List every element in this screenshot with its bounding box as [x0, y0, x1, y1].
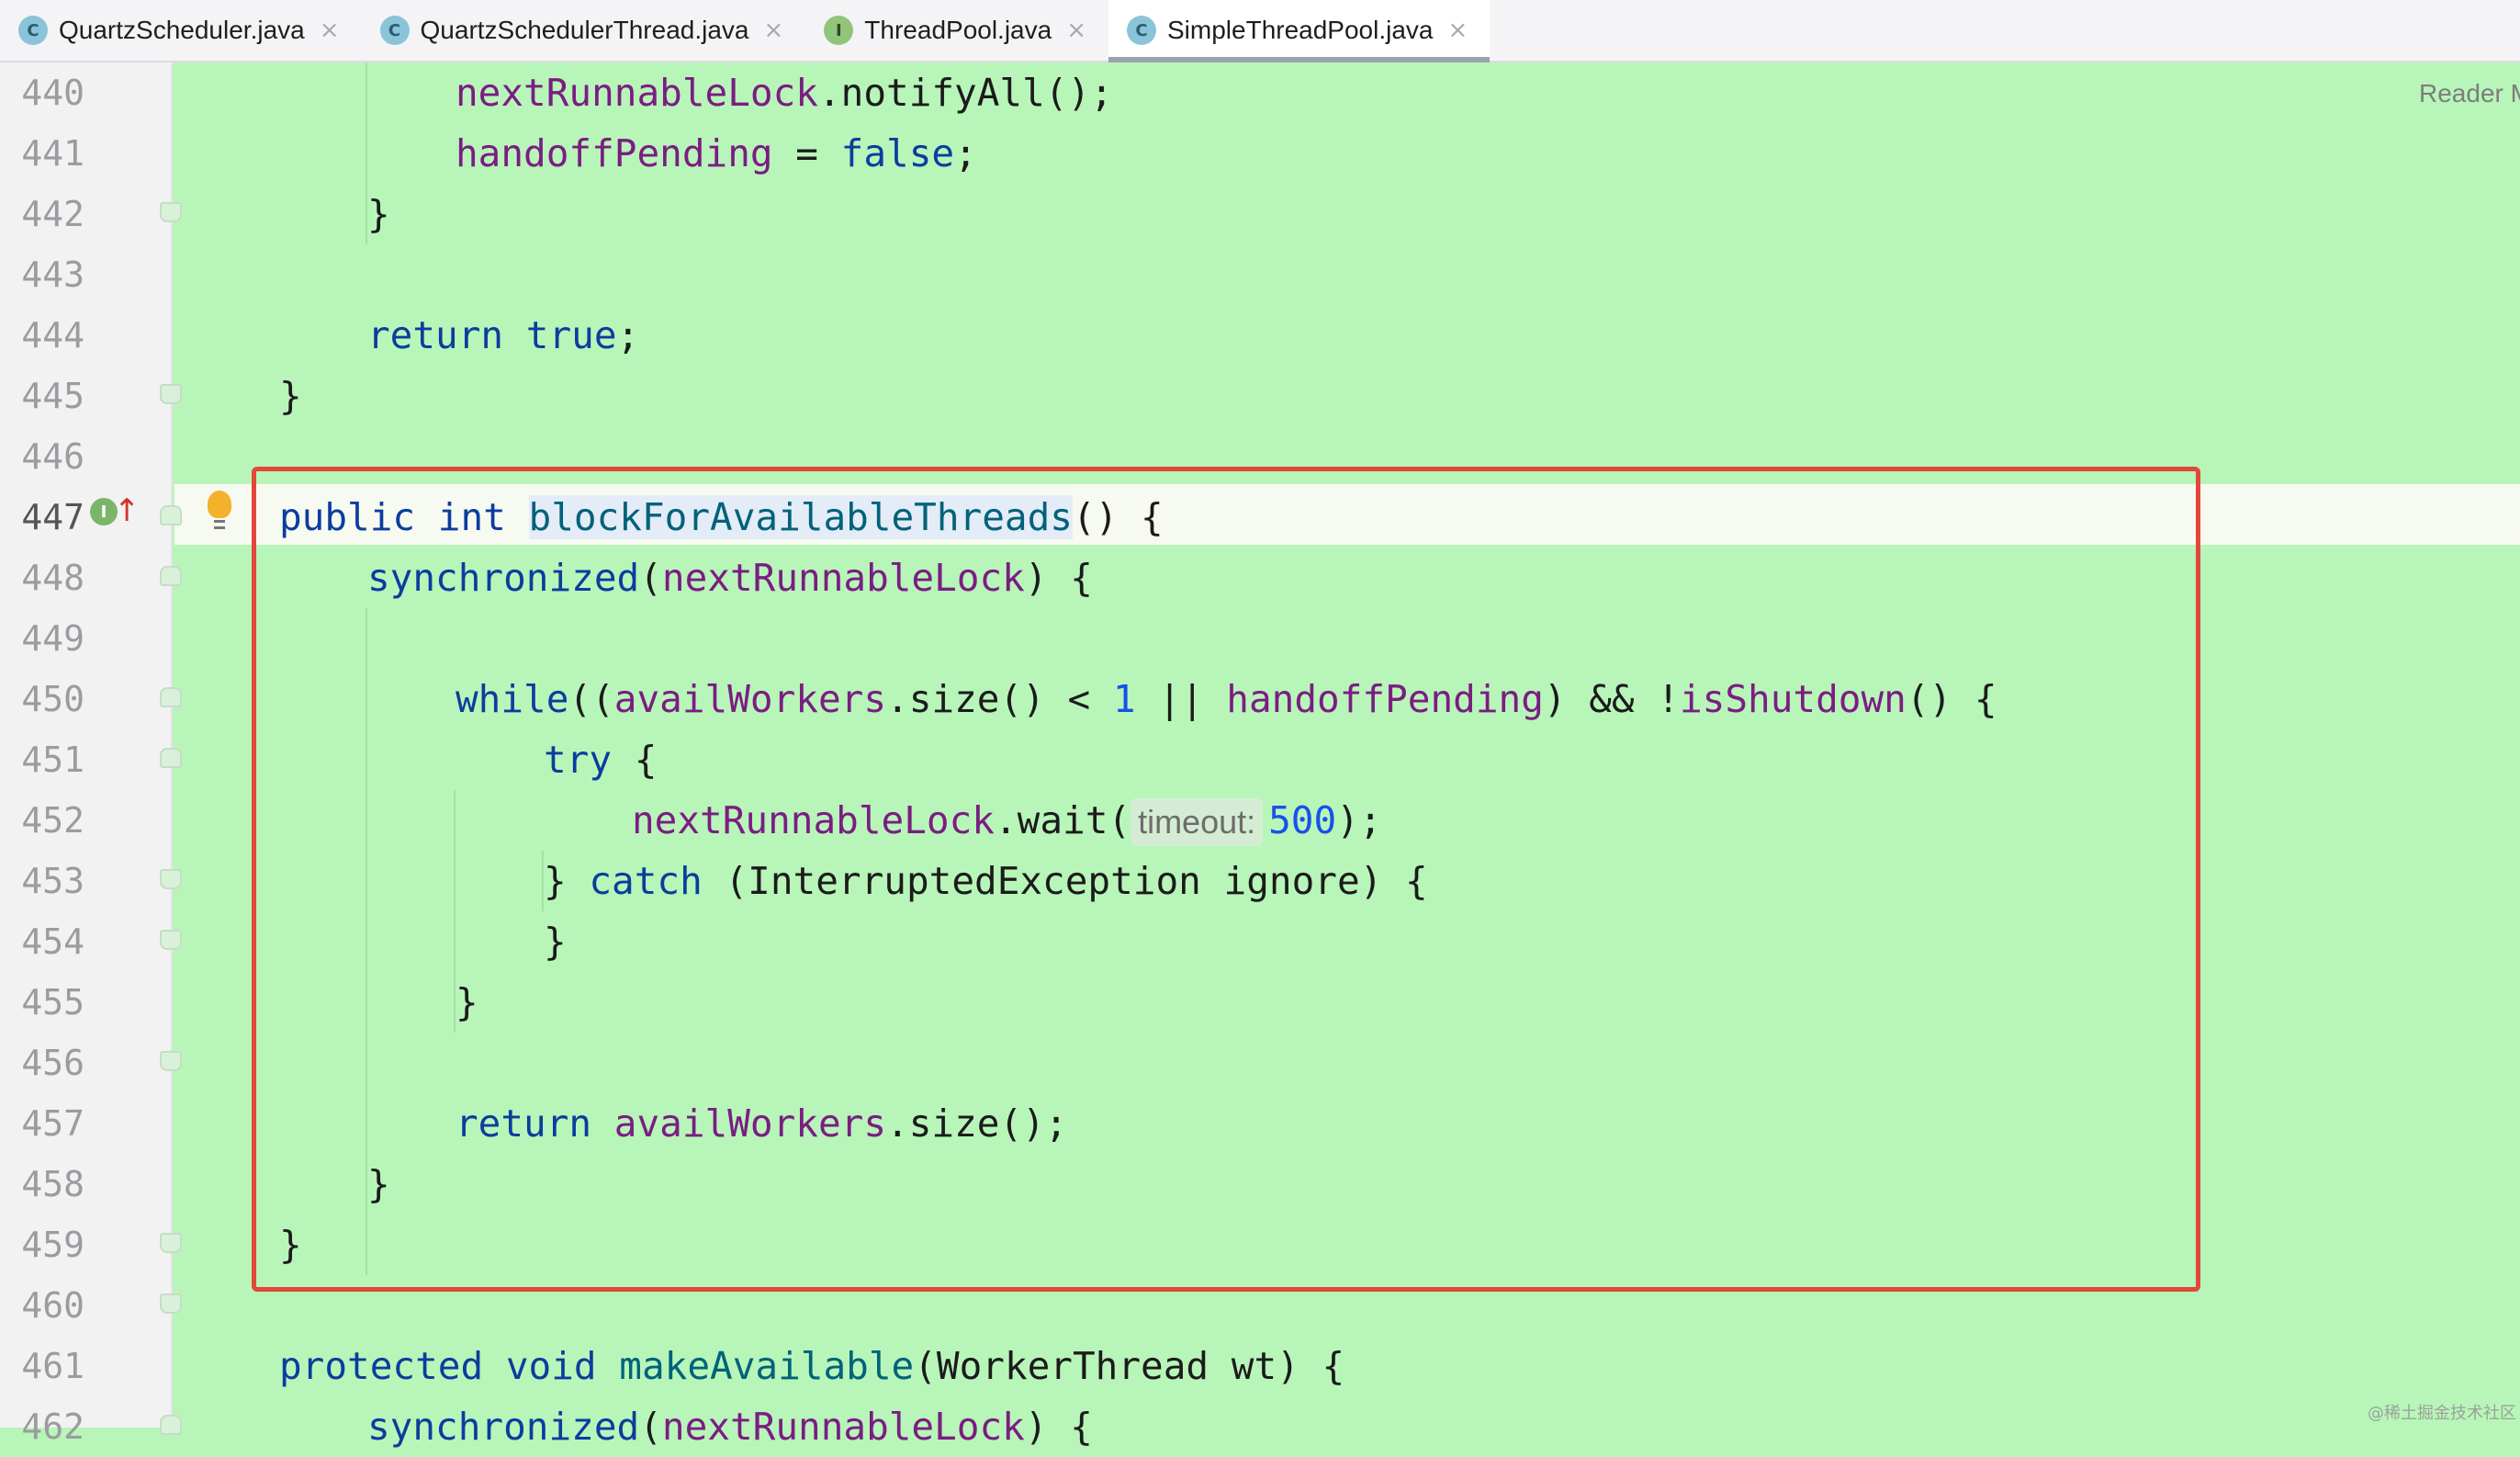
line-number[interactable]: 452	[0, 790, 84, 851]
fold-marker[interactable]	[160, 930, 182, 950]
line-number[interactable]: 458	[0, 1154, 84, 1214]
code-line-440: nextRunnableLock.notifyAll();	[456, 62, 1113, 123]
code-field: handoffPending	[456, 131, 773, 175]
line-number[interactable]: 457	[0, 1093, 84, 1154]
highlight-annotation-box	[252, 467, 2200, 1292]
fold-marker[interactable]	[160, 1233, 182, 1253]
tab-simple-thread-pool[interactable]: C SimpleThreadPool.java ×	[1108, 0, 1491, 62]
tab-quartz-scheduler[interactable]: C QuartzScheduler.java ×	[0, 0, 362, 61]
code-keyword: protected	[279, 1344, 484, 1388]
code-line-461: protected void makeAvailable(WorkerThrea…	[279, 1336, 1344, 1396]
tab-label: QuartzScheduler.java	[59, 16, 305, 44]
line-number[interactable]: 455	[0, 972, 84, 1033]
line-number[interactable]: 451	[0, 729, 84, 790]
code-line-445: }	[279, 374, 302, 418]
line-number[interactable]: 446	[0, 426, 84, 487]
code-line-462: synchronized(nextRunnableLock) {	[367, 1396, 1093, 1457]
watermark: @稀土掘金技术社区	[2368, 1404, 2516, 1423]
fold-marker[interactable]	[160, 566, 182, 586]
line-number[interactable]: 456	[0, 1033, 84, 1093]
class-icon: C	[1127, 16, 1156, 45]
line-number[interactable]: 450	[0, 669, 84, 729]
line-number[interactable]: 453	[0, 851, 84, 911]
fold-marker[interactable]	[160, 505, 182, 525]
code-text: (WorkerThread wt) {	[914, 1344, 1345, 1388]
line-number-current[interactable]: 447	[0, 487, 84, 548]
code-text: =	[772, 131, 841, 175]
fold-marker[interactable]	[160, 1293, 182, 1314]
editor-tab-bar: C QuartzScheduler.java × C QuartzSchedul…	[0, 0, 2520, 62]
code-text: ;	[954, 131, 977, 175]
line-number[interactable]: 459	[0, 1214, 84, 1275]
class-icon: C	[379, 16, 410, 45]
fold-marker[interactable]	[160, 202, 182, 222]
arrow-up-icon[interactable]: ↑	[114, 492, 141, 529]
method-declaration[interactable]: makeAvailable	[619, 1344, 914, 1388]
class-icon: C	[18, 16, 48, 45]
line-number[interactable]: 445	[0, 366, 84, 426]
code-keyword: true	[525, 313, 617, 357]
close-icon[interactable]: ×	[1448, 17, 1468, 44]
tab-thread-pool[interactable]: I ThreadPool.java ×	[805, 0, 1108, 61]
code-text: .notifyAll();	[817, 71, 1113, 115]
bulb-icon[interactable]	[208, 491, 231, 529]
code-line-442: }	[367, 192, 390, 236]
close-icon[interactable]: ×	[1066, 17, 1086, 44]
line-number[interactable]: 449	[0, 608, 84, 669]
line-number[interactable]: 461	[0, 1336, 84, 1396]
code-text: ) {	[1024, 1405, 1093, 1449]
tab-quartz-scheduler-thread[interactable]: C QuartzSchedulerThread.java ×	[362, 0, 806, 61]
line-number[interactable]: 462	[0, 1396, 84, 1457]
line-number[interactable]: 441	[0, 123, 84, 184]
fold-marker[interactable]	[160, 384, 182, 404]
close-icon[interactable]: ×	[764, 17, 784, 44]
tab-label: ThreadPool.java	[864, 16, 1052, 44]
code-text: (	[639, 1405, 662, 1449]
fold-marker[interactable]	[160, 869, 182, 889]
code-keyword: false	[840, 131, 955, 175]
line-number[interactable]: 444	[0, 305, 84, 366]
close-icon[interactable]: ×	[320, 17, 340, 44]
line-number[interactable]: 454	[0, 911, 84, 972]
interface-icon: I	[824, 16, 854, 45]
code-text: ;	[616, 313, 640, 357]
line-number[interactable]: 442	[0, 184, 84, 244]
code-keyword: void	[505, 1344, 597, 1388]
tab-label: SimpleThreadPool.java	[1167, 16, 1434, 44]
fold-marker[interactable]	[160, 1415, 182, 1435]
line-number[interactable]: 448	[0, 548, 84, 608]
line-number[interactable]: 440	[0, 62, 84, 123]
code-line-444: return true;	[367, 305, 639, 366]
fold-marker[interactable]	[160, 1051, 182, 1071]
line-number[interactable]: 443	[0, 244, 84, 305]
fold-marker[interactable]	[160, 748, 182, 768]
fold-marker[interactable]	[160, 687, 182, 707]
code-line-441: handoffPending = false;	[456, 123, 977, 184]
code-field: nextRunnableLock	[661, 1405, 1025, 1449]
code-field: nextRunnableLock	[456, 71, 818, 115]
line-number[interactable]: 460	[0, 1275, 84, 1336]
code-keyword: return	[367, 313, 504, 357]
code-keyword: synchronized	[367, 1405, 640, 1449]
tab-label: QuartzSchedulerThread.java	[420, 16, 749, 44]
